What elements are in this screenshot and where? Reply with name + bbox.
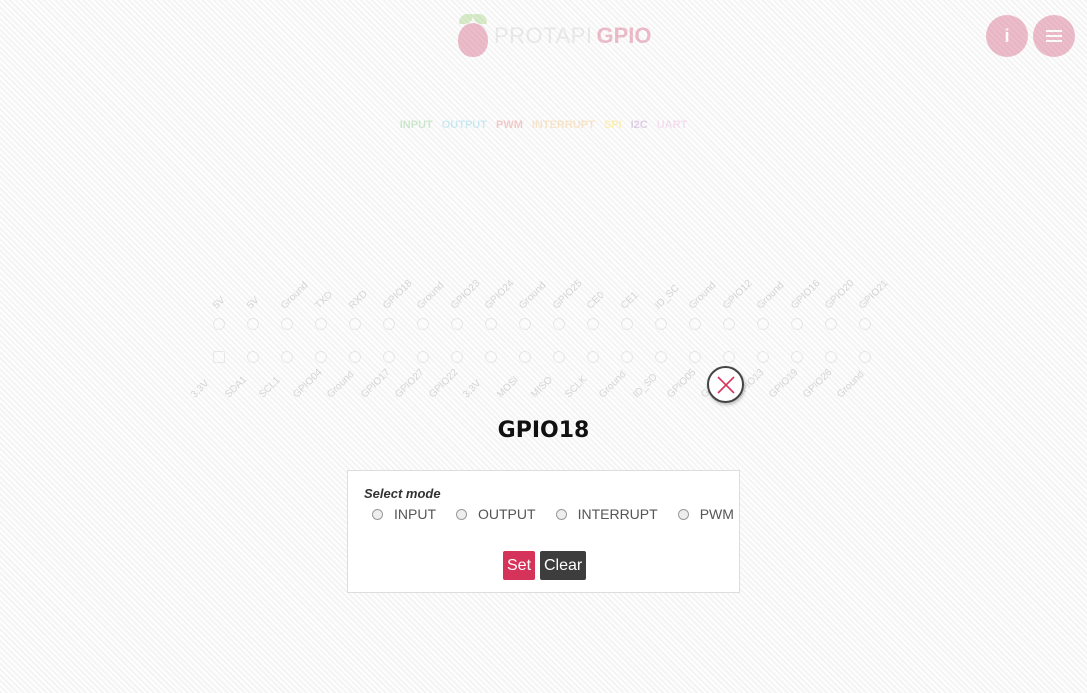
pin-label-bottom: ID_SD [631, 371, 660, 401]
pin-label-top: CE1 [619, 289, 641, 312]
pin-bottom-13[interactable] [621, 351, 633, 363]
pin-label-top: GPIO25 [551, 278, 585, 312]
pin-bottom-10[interactable] [519, 351, 531, 363]
pin-bottom-15[interactable] [689, 351, 701, 363]
pin-label-top: CE0 [585, 289, 607, 312]
pin-label-top: Ground [517, 280, 549, 312]
pin-bottom-8[interactable] [451, 351, 463, 363]
pin-top-7[interactable] [417, 318, 429, 330]
pin-top-12[interactable] [587, 318, 599, 330]
pin-top-8[interactable] [451, 318, 463, 330]
pin-bottom-2[interactable] [247, 351, 259, 363]
radio-circle[interactable] [677, 508, 689, 520]
pin-label-bottom: SCLK [563, 374, 590, 401]
pin-label-bottom: GPIO26 [801, 367, 835, 401]
pin-bottom-18[interactable] [791, 351, 803, 363]
pin-label-top: Ground [415, 280, 447, 312]
pin-label-top: GPIO24 [483, 278, 517, 312]
pin-bottom-17[interactable] [757, 351, 769, 363]
close-modal-button[interactable] [707, 366, 744, 403]
pin-top-13[interactable] [621, 318, 633, 330]
pin-label-bottom: SDA1 [223, 374, 250, 401]
pin-bottom-14[interactable] [655, 351, 667, 363]
close-icon [717, 376, 735, 394]
pin-label-bottom: GPIO04 [291, 367, 325, 401]
select-mode-caption: Select mode [364, 486, 441, 501]
mode-radio-group: INPUT OUTPUT INTERRUPT PWM [372, 506, 754, 522]
pin-top-5[interactable] [349, 318, 361, 330]
pin-bottom-19[interactable] [825, 351, 837, 363]
pin-label-bottom: 3.3V [189, 378, 212, 401]
pin-bottom-7[interactable] [417, 351, 429, 363]
pin-label-top: RXD [347, 288, 370, 312]
mode-panel: Select mode INPUT OUTPUT INTERRUPT PWM S… [347, 470, 740, 593]
mode-radio-output[interactable]: OUTPUT [456, 506, 536, 522]
pin-label-bottom: SCL1 [257, 374, 283, 401]
pin-bottom-3[interactable] [281, 351, 293, 363]
pin-top-9[interactable] [485, 318, 497, 330]
pin-bottom-16[interactable] [723, 351, 735, 363]
pin-top-10[interactable] [519, 318, 531, 330]
pin-bottom-20[interactable] [859, 351, 871, 363]
pin-label-top: GPIO21 [857, 278, 891, 312]
pin-label-top: GPIO20 [823, 278, 857, 312]
pin-bottom-11[interactable] [553, 351, 565, 363]
radio-circle[interactable] [372, 508, 383, 520]
pin-label-bottom: MISO [529, 374, 555, 401]
pin-label-top: ID_SC [653, 282, 682, 312]
pin-top-18[interactable] [791, 318, 803, 330]
pin-label-bottom: GPIO05 [665, 367, 699, 401]
pin-top-1[interactable] [213, 318, 225, 330]
pin-bottom-1[interactable] [213, 351, 225, 363]
pin-bottom-12[interactable] [587, 351, 599, 363]
pin-top-14[interactable] [655, 318, 667, 330]
pin-label-bottom: MOSI [495, 374, 521, 401]
pin-top-11[interactable] [553, 318, 565, 330]
pin-bottom-4[interactable] [315, 351, 327, 363]
pin-top-4[interactable] [315, 318, 327, 330]
modal-title: GPIO18 [497, 418, 590, 443]
pin-top-2[interactable] [247, 318, 259, 330]
pin-top-20[interactable] [859, 318, 871, 330]
pin-label-top: GPIO16 [789, 278, 823, 312]
pin-bottom-5[interactable] [349, 351, 361, 363]
pin-label-top: Ground [755, 280, 787, 312]
pin-label-top: GPIO23 [449, 278, 483, 312]
mode-label: PWM [699, 506, 734, 522]
mode-radio-interrupt[interactable]: INTERRUPT [555, 506, 658, 522]
pin-label-bottom: GPIO22 [427, 367, 461, 401]
pin-label-bottom: GPIO27 [393, 367, 427, 401]
pin-bottom-6[interactable] [383, 351, 395, 363]
pin-top-17[interactable] [757, 318, 769, 330]
mode-radio-pwm[interactable]: PWM [677, 506, 734, 522]
pin-label-top: 5V [245, 294, 262, 312]
pin-label-top: GPIO12 [721, 278, 755, 312]
clear-button[interactable]: Clear [540, 551, 587, 580]
pin-label-bottom: 3.3V [461, 378, 484, 401]
mode-label: INPUT [394, 506, 436, 522]
pin-label-bottom: Ground [325, 369, 357, 401]
pin-label-top: 5V [211, 294, 228, 312]
mode-label: OUTPUT [478, 506, 536, 522]
mode-radio-input[interactable]: INPUT [372, 506, 436, 522]
pin-label-top: Ground [687, 280, 719, 312]
pin-label-bottom: GPIO19 [767, 367, 801, 401]
radio-circle[interactable] [555, 508, 567, 520]
pin-top-19[interactable] [825, 318, 837, 330]
pin-label-top: GPIO18 [381, 278, 415, 312]
radio-circle[interactable] [456, 508, 467, 520]
pin-label-top: Ground [279, 280, 311, 312]
pin-top-6[interactable] [383, 318, 395, 330]
pin-label-bottom: GPIO17 [359, 367, 393, 401]
pin-top-3[interactable] [281, 318, 293, 330]
pin-top-15[interactable] [689, 318, 701, 330]
pin-label-bottom: Ground [835, 369, 867, 401]
pin-label-bottom: Ground [597, 369, 629, 401]
pin-bottom-9[interactable] [485, 351, 497, 363]
pin-label-top: TXD [313, 289, 336, 312]
pin-top-16[interactable] [723, 318, 735, 330]
mode-label: INTERRUPT [577, 506, 658, 522]
set-button[interactable]: Set [503, 551, 536, 580]
